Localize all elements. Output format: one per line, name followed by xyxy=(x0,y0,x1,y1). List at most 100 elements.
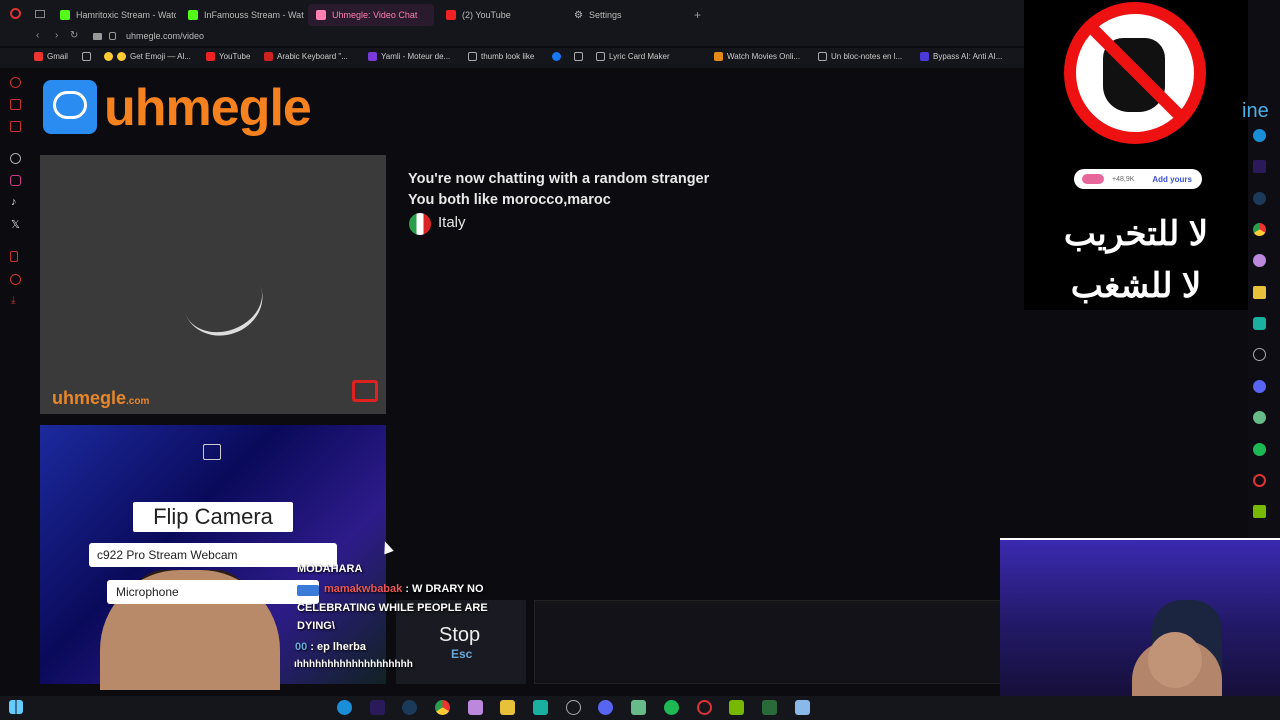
app-icon[interactable] xyxy=(468,700,483,715)
x-icon[interactable]: 𝕏 xyxy=(11,218,20,231)
tab-hamritoxic[interactable]: Hamritoxic Stream - Watc xyxy=(52,4,176,26)
site-logo-text[interactable]: uhmegle xyxy=(104,78,312,138)
chrome-icon[interactable] xyxy=(1253,223,1266,236)
app-icon[interactable] xyxy=(1253,411,1266,424)
stranger-country: Italy xyxy=(438,214,466,231)
bookmark-facebook[interactable] xyxy=(552,52,561,61)
report-flag-icon[interactable] xyxy=(352,380,378,402)
lock-icon[interactable] xyxy=(109,32,116,40)
arabic-slogan-1: لا للتخريب xyxy=(1063,215,1209,253)
back-icon[interactable]: ‹ xyxy=(36,30,39,41)
steam-icon[interactable] xyxy=(1253,192,1266,205)
overlay-chat-text: : W DRARY NO xyxy=(405,583,484,595)
overlay-chat-line: CELEBRATING WHILE PEOPLE ARE xyxy=(297,602,488,614)
folder-icon[interactable] xyxy=(500,700,515,715)
file-icon xyxy=(82,52,91,61)
opera-icon[interactable] xyxy=(1253,474,1266,487)
streamer-head xyxy=(1148,632,1202,688)
bookmark-thumb[interactable]: thumb look like xyxy=(468,52,534,61)
history-icon[interactable] xyxy=(10,274,21,285)
arabic-slogan-2: لا للشغب xyxy=(1070,267,1202,305)
nvidia-icon[interactable] xyxy=(729,700,744,715)
overlay-chat-line: DYING\ xyxy=(297,620,335,632)
tab-settings[interactable]: ⚙ Settings xyxy=(566,4,690,26)
capcut-icon[interactable] xyxy=(1253,317,1266,330)
app-icon[interactable] xyxy=(762,700,777,715)
messenger-icon[interactable] xyxy=(10,99,21,110)
emoji-icon xyxy=(117,52,126,61)
bookmark-youtube[interactable]: YouTube xyxy=(206,52,250,61)
add-yours-button: Add yours xyxy=(1152,174,1192,184)
premiere-icon[interactable] xyxy=(1253,160,1266,173)
gear-icon: ⚙ xyxy=(574,9,583,21)
instagram-icon[interactable] xyxy=(10,175,21,186)
bookmark-lyric-card[interactable]: Lyric Card Maker xyxy=(596,52,670,61)
avatars-icon xyxy=(1082,174,1104,184)
bypass-icon xyxy=(920,52,929,61)
address-bar: ‹ › ↻ uhmegle.com/video xyxy=(0,28,1024,46)
bookmark-get-emoji[interactable]: Get Emoji — Al... xyxy=(104,52,191,61)
tab-list-icon[interactable] xyxy=(35,10,45,18)
app-icon[interactable] xyxy=(1253,254,1266,267)
chat-log xyxy=(396,155,1024,595)
partial-text: ine xyxy=(1242,100,1269,122)
pin-icon[interactable] xyxy=(10,251,18,262)
overlay-chat-line: MODAHARA xyxy=(297,563,363,575)
folder-icon[interactable] xyxy=(1253,286,1266,299)
openai-icon[interactable] xyxy=(10,153,21,164)
bookmark-bypass-ai[interactable]: Bypass AI: Anti AI... xyxy=(920,52,1002,61)
chat-bubble-icon xyxy=(53,91,87,119)
windows-start-icon[interactable] xyxy=(9,700,23,714)
spotify-icon[interactable] xyxy=(1253,443,1266,456)
forward-icon[interactable]: › xyxy=(55,30,58,41)
italy-flag-icon xyxy=(409,213,431,235)
spotify-icon[interactable] xyxy=(664,700,679,715)
discord-icon[interactable] xyxy=(598,700,613,715)
tab-youtube[interactable]: (2) YouTube xyxy=(438,4,562,26)
right-icon-column xyxy=(1248,0,1280,540)
kick-icon xyxy=(60,10,70,20)
edge-icon[interactable] xyxy=(337,700,352,715)
new-tab-button[interactable]: + xyxy=(694,8,701,22)
movie-icon xyxy=(714,52,723,61)
reload-icon[interactable]: ↻ xyxy=(70,30,78,41)
bookmark-gmail[interactable]: Gmail xyxy=(34,52,68,61)
bookmark-watch-movies[interactable]: Watch Movies Onli... xyxy=(714,52,800,61)
overlay-chat-line: ıhhhhhhhhhhhhhhhhhhh xyxy=(294,659,413,670)
bookmark-file[interactable] xyxy=(82,52,91,61)
flip-camera-button[interactable]: Flip Camera xyxy=(133,502,293,532)
tiktok-icon[interactable]: ♪ xyxy=(11,196,17,208)
bookmark-arabic-keyboard[interactable]: Arabic Keyboard "... xyxy=(264,52,348,61)
opera-icon[interactable] xyxy=(697,700,712,715)
message-input[interactable] xyxy=(534,600,1024,684)
edge-icon[interactable] xyxy=(1253,129,1266,142)
camera-indicator-icon[interactable] xyxy=(93,33,102,40)
obs-icon[interactable] xyxy=(1253,348,1266,361)
overlay-chat-message: 00 : ep lherba xyxy=(295,641,366,653)
watermark-suffix: .com xyxy=(126,396,150,407)
aria-icon[interactable] xyxy=(10,77,21,88)
chrome-icon[interactable] xyxy=(435,700,450,715)
discord-icon[interactable] xyxy=(1253,380,1266,393)
stop-label: Stop xyxy=(439,624,481,646)
youtube-icon xyxy=(206,52,215,61)
capcut-icon[interactable] xyxy=(533,700,548,715)
download-icon[interactable]: ⤓ xyxy=(11,295,15,306)
obs-icon[interactable] xyxy=(566,700,581,715)
url-field[interactable]: uhmegle.com/video xyxy=(126,31,204,41)
app-icon[interactable] xyxy=(631,700,646,715)
microphone-select[interactable]: Microphone xyxy=(107,580,319,604)
tab-uhmegle[interactable]: Uhmegle: Video Chat xyxy=(308,4,434,26)
player-icon[interactable] xyxy=(10,121,21,132)
tab-infamouss[interactable]: InFamouss Stream - Watc xyxy=(180,4,304,26)
overlay-chat-text: : ep lherba xyxy=(310,641,366,653)
steam-icon[interactable] xyxy=(402,700,417,715)
bookmark-yamli[interactable]: Yamli - Moteur de... xyxy=(368,52,450,61)
nvidia-icon[interactable] xyxy=(1253,505,1266,518)
bookmark-notepad[interactable]: Un bloc-notes en l... xyxy=(818,52,902,61)
premiere-icon[interactable] xyxy=(370,700,385,715)
bookmark-file[interactable] xyxy=(574,52,583,61)
browser-sidebar: ♪ 𝕏 ⤓ xyxy=(0,0,32,696)
notepad-icon[interactable] xyxy=(795,700,810,715)
popout-icon[interactable] xyxy=(203,444,221,460)
